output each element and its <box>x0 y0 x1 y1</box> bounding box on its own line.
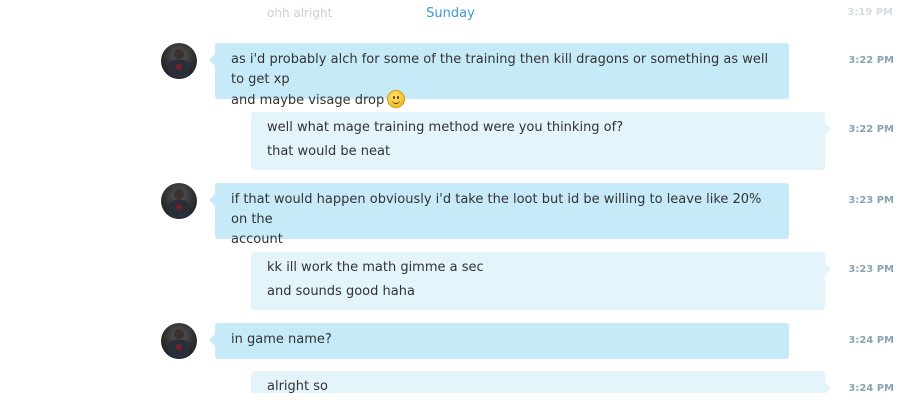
message-timestamp: 3:24 PM <box>848 335 894 346</box>
chat-history: ohh alright Sunday 3:19 PM as i'd probab… <box>0 0 901 393</box>
message-text: well what mage training method were you … <box>267 120 624 135</box>
message-timestamp: 3:24 PM <box>848 383 894 393</box>
message-timestamp: 3:22 PM <box>848 124 894 135</box>
message-text: if that would happen obviously i'd take … <box>231 192 762 227</box>
message-text: as i'd probably alch for some of the tra… <box>231 52 769 87</box>
message-timestamp: 3:23 PM <box>848 264 894 275</box>
contact-avatar[interactable] <box>161 183 197 219</box>
message-text: alright so <box>267 379 328 393</box>
previous-message-time: 3:19 PM <box>847 7 893 18</box>
message-bubble-outgoing[interactable]: alright so <box>251 371 831 393</box>
smile-emoji-icon <box>387 90 406 108</box>
message-bubble-incoming[interactable]: as i'd probably alch for some of the tra… <box>209 43 789 108</box>
message-bubble-outgoing[interactable]: well what mage training method were you … <box>251 112 831 170</box>
message-text: and sounds good haha <box>267 284 415 299</box>
message-bubble-incoming[interactable]: if that would happen obviously i'd take … <box>209 183 789 247</box>
date-divider: Sunday <box>426 6 475 21</box>
message-bubble-incoming[interactable]: in game name? <box>209 323 789 359</box>
message-text: and maybe visage drop <box>231 93 385 108</box>
message-text: account <box>231 232 283 247</box>
message-text: that would be neat <box>267 144 391 159</box>
message-timestamp: 3:22 PM <box>848 55 894 66</box>
message-timestamp: 3:23 PM <box>848 195 894 206</box>
message-text: in game name? <box>231 332 332 347</box>
contact-avatar[interactable] <box>161 43 197 79</box>
message-bubble-outgoing[interactable]: kk ill work the math gimme a sec and sou… <box>251 252 831 310</box>
contact-avatar[interactable] <box>161 323 197 359</box>
message-text: kk ill work the math gimme a sec <box>267 260 484 275</box>
